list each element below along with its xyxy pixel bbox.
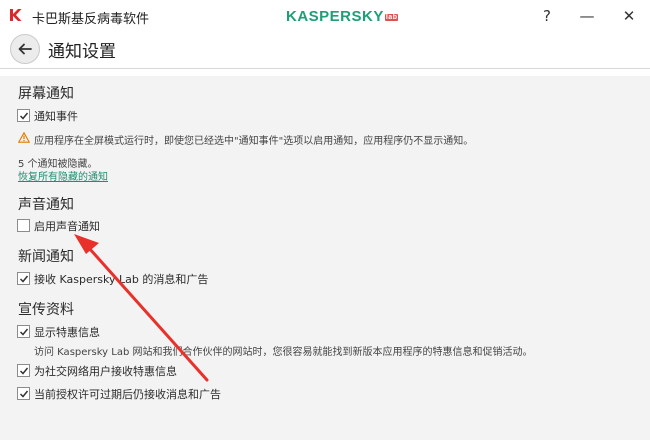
show-offers-checkbox[interactable] bbox=[17, 325, 30, 338]
show-offers-label: 显示特惠信息 bbox=[34, 326, 100, 339]
section-sound-notifications: 声音通知 bbox=[18, 197, 74, 213]
notify-events-label: 通知事件 bbox=[34, 110, 78, 123]
page-title: 通知设置 bbox=[48, 42, 116, 62]
header-divider bbox=[0, 68, 650, 69]
enable-sound-label: 启用声音通知 bbox=[34, 220, 100, 233]
social-offers-label: 为社交网络用户接收特惠信息 bbox=[34, 365, 177, 378]
section-promotional-materials: 宣传资料 bbox=[18, 302, 74, 318]
after-expiry-checkbox[interactable] bbox=[17, 387, 30, 400]
social-offers-checkbox[interactable] bbox=[17, 364, 30, 377]
after-expiry-label: 当前授权许可过期后仍接收消息和广告 bbox=[34, 388, 221, 401]
window-title: 卡巴斯基反病毒软件 bbox=[32, 12, 150, 27]
kaspersky-app-icon bbox=[10, 9, 22, 21]
checkmark-icon bbox=[19, 275, 29, 283]
receive-news-checkbox[interactable] bbox=[17, 272, 30, 285]
warning-icon bbox=[18, 132, 30, 143]
section-news-notifications: 新闻通知 bbox=[18, 249, 74, 265]
page-header: 通知设置 bbox=[0, 32, 650, 76]
arrow-left-icon bbox=[18, 43, 32, 55]
restore-hidden-notifications-link[interactable]: 恢复所有隐藏的通知 bbox=[18, 168, 108, 183]
fullscreen-warning: 应用程序在全屏模式运行时，即使您已经选中"通知事件"选项以启用通知，应用程序仍不… bbox=[34, 136, 474, 147]
section-screen-notifications: 屏幕通知 bbox=[18, 86, 74, 102]
kaspersky-logo: KASPERSKY lab bbox=[286, 8, 399, 25]
minimize-button[interactable]: — bbox=[572, 5, 602, 27]
brand-text: KASPERSKY bbox=[286, 8, 384, 25]
enable-sound-checkbox[interactable] bbox=[17, 219, 30, 232]
receive-news-label: 接收 Kaspersky Lab 的消息和广告 bbox=[34, 273, 209, 286]
checkmark-icon bbox=[19, 390, 29, 398]
close-button[interactable]: ✕ bbox=[614, 5, 644, 27]
title-bar: 卡巴斯基反病毒软件 KASPERSKY lab ? — ✕ bbox=[0, 0, 650, 32]
checkmark-icon bbox=[19, 367, 29, 375]
checkmark-icon bbox=[19, 112, 29, 120]
back-button[interactable] bbox=[10, 34, 40, 64]
brand-lab: lab bbox=[384, 13, 399, 21]
notify-events-checkbox[interactable] bbox=[17, 109, 30, 122]
checkmark-icon bbox=[19, 328, 29, 336]
help-button[interactable]: ? bbox=[532, 5, 562, 27]
offers-description: 访问 Kaspersky Lab 网站和我们合作伙伴的网站时，您很容易就能找到新… bbox=[34, 347, 533, 358]
